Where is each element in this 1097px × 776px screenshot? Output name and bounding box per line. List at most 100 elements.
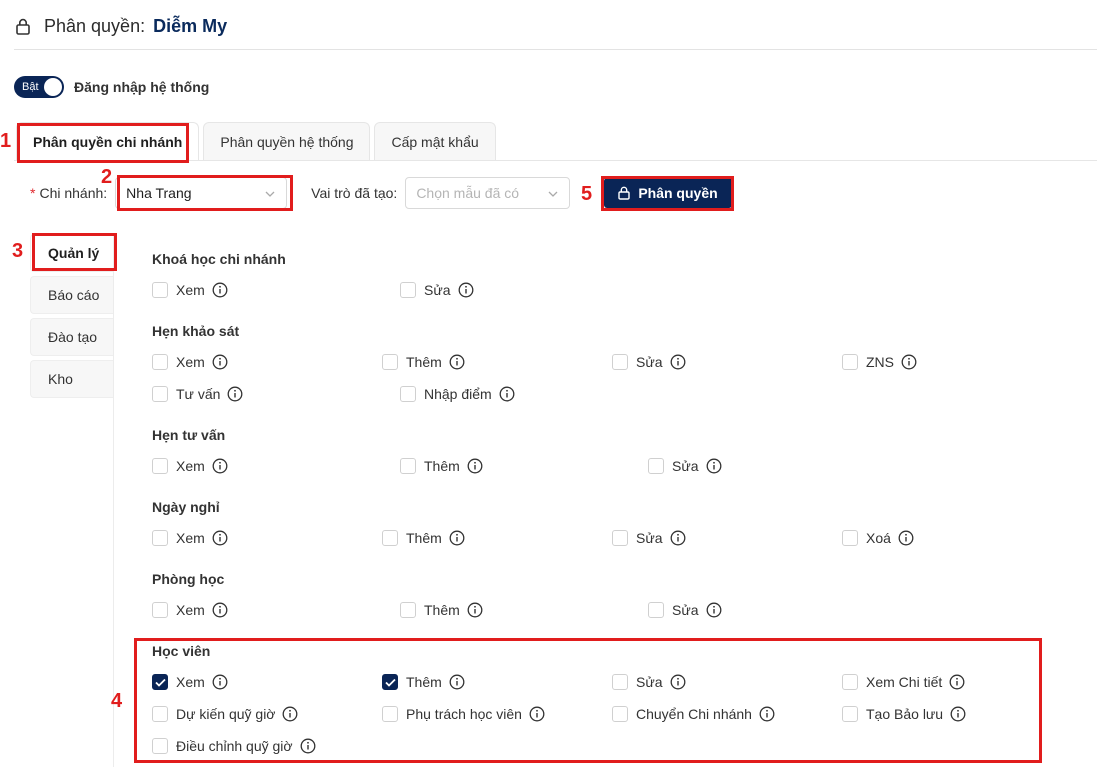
info-icon[interactable]	[458, 282, 474, 298]
permission-checkbox[interactable]	[152, 602, 168, 618]
info-icon[interactable]	[212, 530, 228, 546]
info-icon[interactable]	[212, 602, 228, 618]
permission-checkbox[interactable]	[382, 530, 398, 546]
info-icon[interactable]	[449, 354, 465, 370]
permission-checkbox[interactable]	[648, 458, 664, 474]
sidebar-item-warehouse[interactable]: Kho	[30, 360, 113, 398]
permission-checkbox[interactable]	[152, 530, 168, 546]
annotation-box-4	[134, 638, 1042, 763]
toggle-state-label: Bật	[22, 81, 39, 93]
role-label: Vai trò đã tạo:	[311, 185, 398, 201]
chevron-down-icon	[547, 187, 559, 199]
permission-checkbox[interactable]	[152, 282, 168, 298]
permission-label: Tư vấn	[176, 386, 221, 402]
permission-label: Xem	[176, 282, 205, 298]
login-toggle-label: Đăng nhập hệ thống	[74, 79, 210, 95]
permission-checkbox[interactable]	[382, 354, 398, 370]
permission-label: Sửa	[424, 282, 451, 298]
permission-label: Sửa	[672, 458, 699, 474]
page-header: Phân quyền: Diễm My	[16, 14, 227, 38]
permission-checkbox[interactable]	[400, 386, 416, 402]
info-icon[interactable]	[227, 386, 243, 402]
permission-item[interactable]: Xem	[152, 602, 400, 618]
info-icon[interactable]	[467, 458, 483, 474]
permission-checkbox[interactable]	[648, 602, 664, 618]
permission-item[interactable]: Xem	[152, 282, 400, 298]
permission-checkbox[interactable]	[152, 458, 168, 474]
info-icon[interactable]	[212, 458, 228, 474]
login-toggle-switch[interactable]: Bật	[14, 76, 64, 98]
sidebar-item-training[interactable]: Đào tạo	[30, 318, 113, 356]
permission-item[interactable]: Thêm	[382, 530, 612, 546]
info-icon[interactable]	[212, 282, 228, 298]
permission-item[interactable]: Xem	[152, 354, 382, 370]
permission-item[interactable]: Sửa	[648, 602, 896, 618]
info-icon[interactable]	[670, 530, 686, 546]
annotation-box-3	[32, 233, 117, 271]
permission-row: Xem Thêm Sửa Xoá	[152, 526, 1072, 550]
info-icon[interactable]	[467, 602, 483, 618]
permission-item[interactable]: ZNS	[842, 354, 1072, 370]
role-select-placeholder: Chọn mẫu đã có	[416, 185, 520, 201]
permission-item[interactable]: Sửa	[648, 458, 896, 474]
permission-group-title: Hẹn khảo sát	[152, 323, 240, 339]
annotation-box-2	[117, 175, 293, 211]
permission-row: Xem Sửa	[152, 278, 1072, 302]
info-icon[interactable]	[898, 530, 914, 546]
page-title: Phân quyền:	[44, 15, 146, 36]
permission-label: Nhập điểm	[424, 386, 492, 402]
annotation-box-1	[17, 123, 189, 163]
permission-checkbox[interactable]	[612, 530, 628, 546]
info-icon[interactable]	[212, 354, 228, 370]
permission-item[interactable]: Sửa	[400, 282, 648, 298]
required-mark: *	[30, 185, 36, 201]
permission-checkbox[interactable]	[400, 458, 416, 474]
role-select[interactable]: Chọn mẫu đã có	[405, 177, 571, 209]
permission-checkbox[interactable]	[842, 530, 858, 546]
info-icon[interactable]	[670, 354, 686, 370]
permission-checkbox[interactable]	[400, 282, 416, 298]
annotation-number-4: 4	[111, 690, 123, 712]
permission-checkbox[interactable]	[152, 386, 168, 402]
permission-item[interactable]: Thêm	[400, 458, 648, 474]
permission-item[interactable]: Sửa	[612, 530, 842, 546]
permission-item[interactable]: Sửa	[612, 354, 842, 370]
permission-group-title: Ngày nghỉ	[152, 499, 220, 515]
permission-row: Xem Thêm Sửa	[152, 454, 1072, 478]
permission-item[interactable]: Tư vấn	[152, 386, 400, 402]
toggle-knob	[44, 78, 62, 96]
permission-label: Xem	[176, 458, 205, 474]
permission-label: Thêm	[424, 458, 460, 474]
annotation-number-2: 2	[101, 166, 113, 188]
permission-label: Xem	[176, 602, 205, 618]
permission-item[interactable]: Thêm	[400, 602, 648, 618]
tab-system-permissions[interactable]: Phân quyền hệ thống	[203, 122, 371, 160]
info-icon[interactable]	[449, 530, 465, 546]
permission-item[interactable]: Thêm	[382, 354, 612, 370]
info-icon[interactable]	[499, 386, 515, 402]
permission-item[interactable]: Xem	[152, 458, 400, 474]
info-icon[interactable]	[706, 602, 722, 618]
annotation-number-5: 5	[581, 183, 593, 205]
permission-label: Sửa	[672, 602, 699, 618]
permission-row: Xem Thêm Sửa	[152, 598, 1072, 622]
info-icon[interactable]	[901, 354, 917, 370]
permission-label: Sửa	[636, 354, 663, 370]
permission-checkbox[interactable]	[842, 354, 858, 370]
info-icon[interactable]	[706, 458, 722, 474]
sidebar-item-reports[interactable]: Báo cáo	[30, 276, 113, 314]
permission-label: Thêm	[424, 602, 460, 618]
permission-checkbox[interactable]	[152, 354, 168, 370]
tab-grant-password[interactable]: Cấp mật khẩu	[374, 122, 496, 160]
permission-group: Ngày nghỉ Xem Thêm Sửa Xoá	[152, 496, 1072, 550]
permission-label: Sửa	[636, 530, 663, 546]
login-toggle-row: Bật Đăng nhập hệ thống	[14, 76, 209, 98]
permission-item[interactable]: Nhập điểm	[400, 386, 648, 402]
permission-item[interactable]: Xoá	[842, 530, 1072, 546]
permission-group: Khoá học chi nhánh Xem Sửa	[152, 248, 1072, 302]
permission-label: ZNS	[866, 354, 894, 370]
permission-label: Xem	[176, 530, 205, 546]
permission-checkbox[interactable]	[612, 354, 628, 370]
permission-checkbox[interactable]	[400, 602, 416, 618]
permission-item[interactable]: Xem	[152, 530, 382, 546]
